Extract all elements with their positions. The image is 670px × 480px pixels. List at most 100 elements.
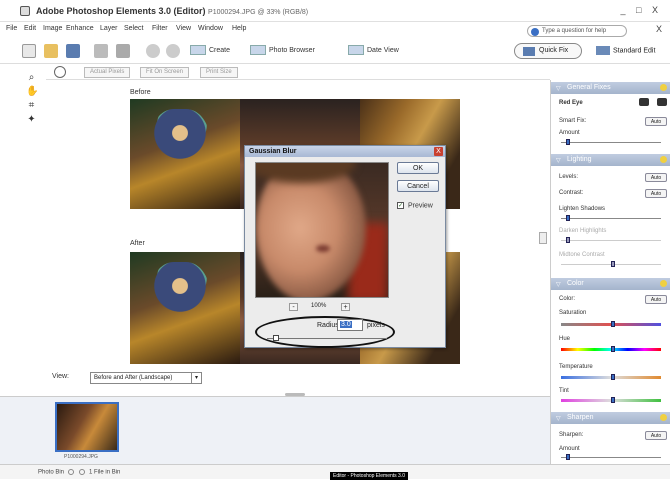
bin-next-icon[interactable]	[79, 469, 86, 475]
before-label: Before	[130, 89, 151, 96]
checkbox-icon[interactable]: ✓	[397, 202, 404, 209]
collapse-icon[interactable]: ▽	[556, 281, 561, 288]
menu-view[interactable]: View	[176, 25, 191, 32]
collapse-icon[interactable]: ▽	[556, 157, 561, 164]
standard-edit-icon	[596, 46, 610, 55]
help-search-input[interactable]: Type a question for help	[527, 25, 627, 37]
close-icon[interactable]: X	[434, 147, 443, 156]
hue-thumb[interactable]	[611, 346, 615, 352]
tint-thumb[interactable]	[611, 397, 615, 403]
photo-bin-thumbnail[interactable]	[55, 402, 119, 452]
color-auto-button[interactable]: Auto	[645, 295, 667, 304]
crop-tool-icon[interactable]: ⌗	[26, 100, 37, 111]
print-icon[interactable]	[94, 44, 108, 58]
photo-browser-button[interactable]: Photo Browser	[250, 45, 315, 55]
fit-on-screen-button[interactable]: Fit On Screen	[140, 67, 190, 78]
quick-fix-button[interactable]: Quick Fix	[514, 43, 582, 59]
app-icon	[20, 6, 30, 16]
red-eye-auto-icon[interactable]	[657, 98, 667, 106]
new-file-icon[interactable]	[22, 44, 36, 58]
general-fixes-header[interactable]: ▽ General Fixes	[551, 82, 670, 94]
radius-slider[interactable]	[267, 338, 387, 339]
color-label: Color:	[559, 296, 576, 302]
save-icon[interactable]	[66, 44, 80, 58]
hand-tool-icon[interactable]: ✋	[26, 86, 38, 97]
menu-select[interactable]: Select	[124, 25, 143, 32]
view-label: View:	[52, 373, 69, 380]
temperature-label: Temperature	[559, 364, 593, 370]
date-view-label: Date View	[367, 46, 399, 54]
lighten-shadows-thumb[interactable]	[566, 215, 570, 221]
bin-prev-icon[interactable]	[67, 469, 74, 475]
redo-icon[interactable]	[166, 44, 180, 58]
tip-icon[interactable]	[660, 156, 667, 163]
color-title: Color	[567, 280, 584, 287]
menu-help[interactable]: Help	[232, 25, 246, 32]
levels-auto-button[interactable]: Auto	[645, 173, 667, 182]
sharpen-header[interactable]: ▽ Sharpen	[551, 412, 670, 424]
menu-file[interactable]: File	[6, 25, 17, 32]
preview-checkbox[interactable]: ✓ Preview	[397, 202, 433, 209]
print-preview-icon[interactable]	[116, 44, 130, 58]
undo-icon[interactable]	[146, 44, 160, 58]
amount-label: Amount	[559, 130, 580, 136]
view-select[interactable]: Before and After (Landscape) ▾	[90, 372, 202, 384]
lighten-shadows-slider[interactable]	[561, 218, 661, 219]
red-eye-tool-icon[interactable]: ✦	[26, 114, 37, 125]
quick-fix-palette: ▽ General Fixes Red Eye Smart Fix: Auto …	[550, 80, 670, 464]
standard-edit-button[interactable]: Standard Edit	[596, 46, 655, 55]
create-icon	[190, 45, 206, 55]
smart-fix-auto-button[interactable]: Auto	[645, 117, 667, 126]
radius-input[interactable]: 3.0	[337, 319, 363, 331]
lighting-header[interactable]: ▽ Lighting	[551, 154, 670, 166]
menu-filter[interactable]: Filter	[152, 25, 168, 32]
open-folder-icon[interactable]	[44, 44, 58, 58]
sharpen-amount-thumb[interactable]	[566, 454, 570, 460]
zoom-out-button[interactable]: -	[289, 303, 298, 311]
menu-edit[interactable]: Edit	[24, 25, 36, 32]
temperature-thumb[interactable]	[611, 374, 615, 380]
radius-slider-thumb[interactable]	[273, 335, 279, 341]
sharpen-amount-slider[interactable]	[561, 457, 661, 458]
title-bar: Adobe Photoshop Elements 3.0 (Editor) P1…	[0, 0, 670, 22]
darken-highlights-thumb[interactable]	[566, 237, 570, 243]
saturation-thumb[interactable]	[611, 321, 615, 327]
window-controls[interactable]: _ □ X	[621, 5, 662, 15]
collapse-icon[interactable]: ▽	[556, 85, 561, 92]
chevron-down-icon[interactable]: ▾	[191, 373, 201, 383]
smart-fix-amount-slider[interactable]	[561, 142, 661, 143]
photo-bin-toggle[interactable]: Photo Bin 1 File in Bin	[38, 469, 120, 476]
color-header[interactable]: ▽ Color	[551, 278, 670, 290]
blur-preview[interactable]	[255, 162, 389, 298]
scroll-button[interactable]	[539, 232, 547, 244]
preview-label: Preview	[407, 202, 433, 210]
print-size-button[interactable]: Print Size	[200, 67, 238, 78]
create-button[interactable]: Create	[190, 45, 230, 55]
menu-image[interactable]: Image	[43, 25, 62, 32]
darken-highlights-label: Darken Highlights	[559, 228, 607, 234]
close-icon[interactable]: X	[656, 24, 662, 34]
darken-highlights-slider[interactable]	[561, 240, 661, 241]
tip-icon[interactable]	[660, 280, 667, 287]
smart-fix-label: Smart Fix:	[559, 118, 587, 124]
sharpen-auto-button[interactable]: Auto	[645, 431, 667, 440]
date-view-button[interactable]: Date View	[348, 45, 399, 55]
actual-pixels-button[interactable]: Actual Pixels	[84, 67, 131, 78]
tip-icon[interactable]	[660, 84, 667, 91]
menu-window[interactable]: Window	[198, 25, 223, 32]
ok-button[interactable]: OK	[397, 162, 439, 174]
sharpen-amount-label: Amount	[559, 446, 580, 452]
smart-fix-amount-thumb[interactable]	[566, 139, 570, 145]
midtone-contrast-thumb[interactable]	[611, 261, 615, 267]
collapse-icon[interactable]: ▽	[556, 415, 561, 422]
contrast-auto-button[interactable]: Auto	[645, 189, 667, 198]
tip-icon[interactable]	[660, 414, 667, 421]
zoom-tool-icon[interactable]: ⌕	[26, 72, 37, 83]
cancel-button[interactable]: Cancel	[397, 180, 439, 192]
create-label: Create	[209, 46, 231, 54]
hue-label: Hue	[559, 336, 571, 342]
menu-layer[interactable]: Layer	[100, 25, 118, 32]
zoom-in-button[interactable]: +	[341, 303, 350, 311]
red-eye-icon[interactable]	[639, 98, 649, 106]
menu-enhance[interactable]: Enhance	[66, 25, 94, 32]
